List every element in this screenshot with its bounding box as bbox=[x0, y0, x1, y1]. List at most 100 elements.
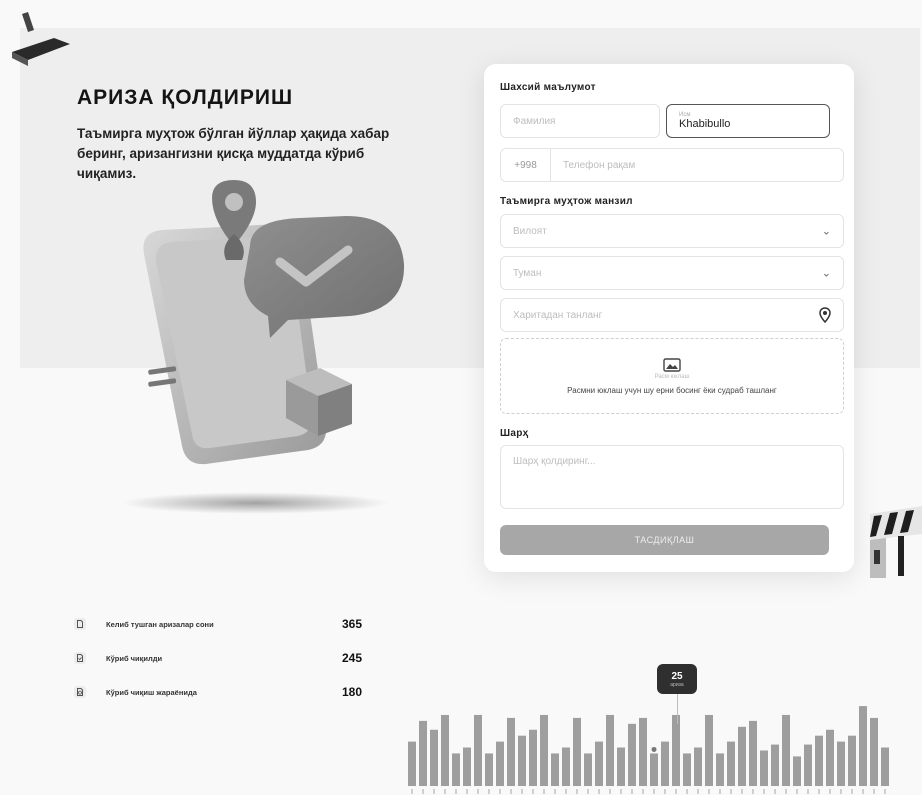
chart-bar[interactable] bbox=[738, 726, 746, 786]
road-barrier-icon bbox=[870, 506, 922, 578]
chart-bar[interactable] bbox=[782, 714, 790, 786]
chart-bar[interactable] bbox=[793, 756, 801, 786]
chart-bar[interactable] bbox=[562, 747, 570, 786]
chart-bar[interactable] bbox=[694, 747, 702, 786]
phone-input[interactable]: +998 Телефон рақам bbox=[500, 148, 844, 182]
chart-bar[interactable] bbox=[705, 714, 713, 786]
chart-bar[interactable] bbox=[485, 753, 493, 786]
firstname-input[interactable]: Исм Khabibullo bbox=[666, 104, 830, 138]
page-title: АРИЗА ҚОЛДИРИШ bbox=[77, 86, 294, 109]
chart-bar[interactable] bbox=[430, 729, 438, 786]
chart-bar[interactable] bbox=[749, 720, 757, 786]
address-label: Таъмирга муҳтож манзил bbox=[500, 196, 633, 207]
chart-tick bbox=[741, 789, 743, 794]
chart-bar[interactable] bbox=[617, 747, 625, 786]
image-icon bbox=[663, 357, 681, 372]
lastname-input[interactable]: Фамилия bbox=[500, 104, 660, 138]
chart-bar[interactable] bbox=[650, 753, 658, 786]
comment-textarea[interactable]: Шарҳ қолдиринг... bbox=[500, 445, 844, 509]
phone-location-illustration bbox=[143, 180, 405, 465]
chart-bar[interactable] bbox=[826, 729, 834, 786]
chart-tick bbox=[642, 789, 644, 794]
chart-tick bbox=[697, 789, 699, 794]
location-input[interactable]: Харитадан танланг bbox=[500, 298, 844, 332]
document-clock-icon bbox=[74, 686, 86, 698]
chart-bar[interactable] bbox=[540, 714, 548, 786]
chart-tick bbox=[840, 789, 842, 794]
chart-tick bbox=[422, 789, 424, 794]
chart-tick bbox=[477, 789, 479, 794]
chevron-down-icon: ⌄ bbox=[821, 225, 831, 238]
image-upload-dropzone[interactable]: Расм юклаш Расмни юклаш учун шу ерни бос… bbox=[500, 338, 844, 414]
chart-tick bbox=[521, 789, 523, 794]
chart-tick bbox=[565, 789, 567, 794]
chart-bar[interactable] bbox=[529, 729, 537, 786]
chart-highlight-dot bbox=[651, 746, 657, 752]
chart-bar[interactable] bbox=[595, 741, 603, 786]
road-barrier-icon bbox=[12, 12, 70, 66]
chart-tick bbox=[807, 789, 809, 794]
applications-bar-chart bbox=[408, 706, 889, 794]
chart-bar[interactable] bbox=[408, 741, 416, 786]
chart-tick bbox=[609, 789, 611, 794]
chart-bar[interactable] bbox=[848, 735, 856, 786]
chart-bar[interactable] bbox=[507, 717, 515, 786]
location-placeholder: Харитадан танланг bbox=[513, 309, 603, 321]
chart-tick bbox=[664, 789, 666, 794]
firstname-value: Khabibullo bbox=[679, 118, 731, 130]
stat-label: Кўриб чиқиш жараёнида bbox=[106, 687, 197, 697]
chart-bar[interactable] bbox=[771, 744, 779, 786]
chart-bar[interactable] bbox=[870, 717, 878, 786]
stat-value: 180 bbox=[341, 685, 362, 699]
chart-tick bbox=[576, 789, 578, 794]
personal-info-label: Шахсий маълумот bbox=[500, 82, 596, 93]
chart-bar[interactable] bbox=[716, 753, 724, 786]
chart-bar[interactable] bbox=[639, 717, 647, 786]
chart-bar[interactable] bbox=[804, 744, 812, 786]
chart-bar[interactable] bbox=[474, 714, 482, 786]
chart-tick bbox=[631, 789, 633, 794]
location-pin-icon[interactable] bbox=[817, 307, 833, 323]
chart-tick bbox=[719, 789, 721, 794]
chart-bar[interactable] bbox=[518, 735, 526, 786]
chart-bar[interactable] bbox=[881, 747, 889, 786]
chart-bar[interactable] bbox=[551, 753, 559, 786]
chart-bar[interactable] bbox=[452, 753, 460, 786]
upload-tiny-label: Расм юклаш bbox=[654, 373, 690, 380]
stat-row-in-progress: Кўриб чиқиш жараёнида 180 bbox=[72, 680, 362, 704]
chart-tick bbox=[554, 789, 556, 794]
chart-tick bbox=[763, 789, 765, 794]
chevron-down-icon: ⌄ bbox=[821, 267, 831, 280]
chart-bar[interactable] bbox=[661, 741, 669, 786]
chart-tick bbox=[873, 789, 875, 794]
chart-tick bbox=[851, 789, 853, 794]
chart-tick bbox=[598, 789, 600, 794]
upload-instruction: Расмни юклаш учун шу ерни босинг ёки суд… bbox=[567, 385, 777, 395]
chart-bar[interactable] bbox=[441, 714, 449, 786]
chart-bar[interactable] bbox=[727, 741, 735, 786]
chart-bar[interactable] bbox=[419, 720, 427, 786]
chart-bar[interactable] bbox=[496, 741, 504, 786]
chart-bar[interactable] bbox=[606, 714, 614, 786]
chart-bar[interactable] bbox=[463, 747, 471, 786]
chart-bar[interactable] bbox=[628, 723, 636, 786]
district-select[interactable]: Туман ⌄ bbox=[500, 256, 844, 290]
chart-bar[interactable] bbox=[815, 735, 823, 786]
stat-label: Кўриб чиқилди bbox=[106, 653, 163, 663]
page-subtitle: Таъмирга муҳтож бўлган йўллар ҳақида хаб… bbox=[77, 126, 390, 181]
chart-tick bbox=[587, 789, 589, 794]
chart-bar[interactable] bbox=[573, 717, 581, 786]
chart-bar[interactable] bbox=[760, 750, 768, 786]
chart-bar[interactable] bbox=[859, 706, 867, 786]
chart-tick bbox=[455, 789, 457, 794]
chart-tick bbox=[543, 789, 545, 794]
stat-row-reviewed: Кўриб чиқилди 245 bbox=[72, 646, 362, 670]
application-form: Шахсий маълумот Фамилия Исм Khabibullo +… bbox=[484, 64, 854, 572]
chart-bar[interactable] bbox=[837, 741, 845, 786]
chart-tick bbox=[730, 789, 732, 794]
chart-bar[interactable] bbox=[683, 753, 691, 786]
chart-bar[interactable] bbox=[584, 753, 592, 786]
chart-bar[interactable] bbox=[672, 714, 680, 786]
region-select[interactable]: Вилоят ⌄ bbox=[500, 214, 844, 248]
submit-button[interactable]: ТАСДИҚЛАШ bbox=[500, 525, 829, 555]
